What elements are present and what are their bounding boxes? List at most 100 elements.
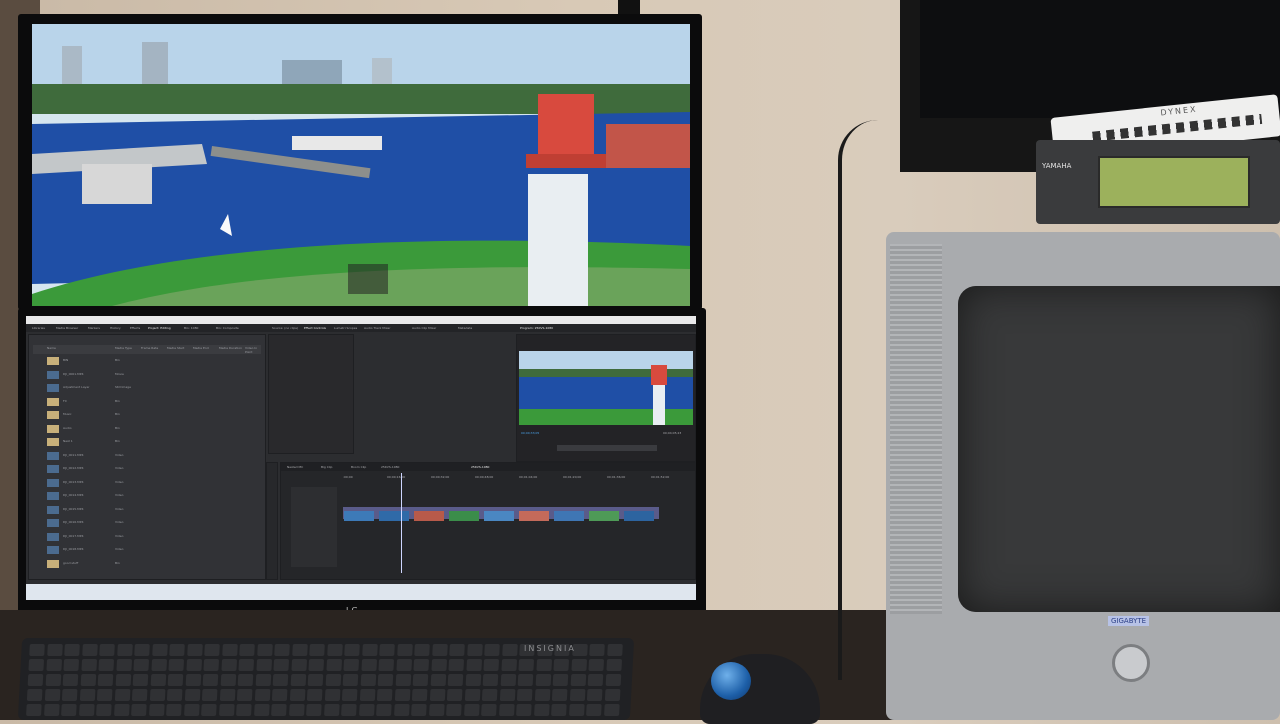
- keyboard-key: [61, 689, 78, 701]
- keyboard-key: [308, 659, 325, 671]
- tab-markers[interactable]: Markers: [88, 326, 100, 330]
- project-row[interactable]: DJI_0018.MP4 Video: [33, 546, 261, 555]
- project-row[interactable]: DJI_0013.MP4 Video: [33, 478, 261, 488]
- keyboard-key: [201, 704, 217, 716]
- tab-audio-track-mixer[interactable]: Audio Track Mixer: [364, 326, 390, 330]
- keyboard-key: [464, 689, 480, 701]
- project-row[interactable]: BIN Bin: [33, 357, 261, 366]
- project-row[interactable]: DJI_0017.MP4 Video: [33, 532, 261, 542]
- project-row-type: Video: [115, 479, 124, 484]
- tab-media-browser[interactable]: Media Browser: [56, 326, 78, 330]
- keyboard-key: [586, 704, 602, 716]
- keyboard-key: [412, 674, 429, 686]
- tab-big-clip[interactable]: Big Clip: [321, 465, 332, 469]
- project-row-type: Movie: [115, 371, 124, 376]
- upper-monitor-screen: [32, 24, 690, 306]
- program-monitor-panel: 00;00;33;05 00;04;05;23: [516, 334, 696, 462]
- tab-seq-b[interactable]: 25KVS-1080: [471, 465, 489, 469]
- project-row[interactable]: DJI_0015.MP4 Video: [33, 505, 261, 515]
- project-row[interactable]: Audio Bin: [33, 424, 261, 434]
- windows-taskbar[interactable]: [26, 584, 696, 600]
- project-row[interactable]: DJI_0001.MP4 Movie: [33, 370, 261, 380]
- tab-history[interactable]: History: [110, 326, 121, 330]
- tab-audio-clip-mixer[interactable]: Audio Clip Mixer: [412, 326, 436, 330]
- tab-seq-a[interactable]: 25KVS-1080: [381, 465, 399, 469]
- keyboard-key: [289, 689, 305, 701]
- keyboard-key: [396, 644, 413, 656]
- folder-icon: [47, 438, 59, 446]
- keyboard-key: [466, 644, 483, 656]
- project-row-type: Video: [115, 493, 124, 497]
- project-row[interactable]: good stuff Bin: [33, 559, 261, 569]
- tab-source[interactable]: Source: (no clips): [272, 326, 298, 330]
- keyboard-key: [132, 674, 149, 686]
- project-row-name: DJI_0018.MP4: [63, 547, 84, 551]
- ruler-tick-label: 00;00;48;00: [475, 475, 494, 479]
- keyboard-key: [589, 644, 605, 656]
- project-row[interactable]: DJI_0011.MP4 Video: [33, 451, 261, 461]
- keyboard-key: [411, 689, 428, 701]
- project-row[interactable]: FX Bin: [33, 397, 261, 407]
- keyboard-key: [323, 704, 340, 716]
- keyboard-key: [62, 674, 79, 686]
- video-track-clips[interactable]: [343, 507, 659, 521]
- keyboard-key: [27, 674, 44, 686]
- project-row-type: Still Image: [115, 385, 131, 389]
- keyboard-key: [500, 674, 516, 686]
- project-row[interactable]: Music Bin: [33, 411, 261, 420]
- keyboard-key: [376, 704, 392, 716]
- project-row-name: FX: [63, 398, 67, 403]
- tab-nested-mc[interactable]: Nested MC: [287, 465, 303, 469]
- keyboard-key: [498, 704, 515, 716]
- effect-controls-panel: [268, 334, 354, 454]
- tab-bin-1080[interactable]: Bin: 1080: [184, 326, 198, 330]
- keyboard-key: [203, 659, 220, 671]
- project-row[interactable]: Nest 1 Bin: [33, 438, 261, 447]
- tab-effects[interactable]: Effects: [130, 326, 140, 330]
- keyboard-key: [81, 644, 98, 656]
- project-row-name: Adjustment Layer: [63, 385, 90, 389]
- keyboard-key: [551, 689, 568, 701]
- tab-effect-controls[interactable]: Effect Controls: [304, 326, 326, 330]
- keyboard-key: [343, 659, 360, 671]
- track-headers[interactable]: [291, 487, 337, 567]
- keyboard-key: [151, 644, 168, 656]
- project-row-type: Video: [115, 466, 124, 470]
- keyboard-key: [134, 644, 150, 656]
- keyboard-key: [254, 689, 270, 701]
- project-row-type: Bin: [115, 398, 120, 403]
- clip-thumbnail-icon: [47, 384, 59, 392]
- tab-lumetri[interactable]: Lumetri Scopes: [334, 326, 357, 330]
- keyboard-key: [220, 674, 236, 686]
- tab-boom-clip[interactable]: Boom Clip: [351, 465, 366, 469]
- keyboard-key: [236, 689, 253, 701]
- ruler-tick-label: :00;00: [343, 475, 353, 479]
- project-row[interactable]: DJI_0012.MP4 Video: [33, 465, 261, 474]
- project-row[interactable]: Adjustment Layer Still Image: [33, 384, 261, 393]
- project-row[interactable]: DJI_0014.MP4 Video: [33, 492, 261, 501]
- playhead[interactable]: [401, 473, 402, 573]
- keyboard-key: [79, 689, 95, 701]
- keyboard-key: [186, 644, 203, 656]
- keyboard-key: [220, 659, 237, 671]
- tab-metadata[interactable]: Metadata: [458, 326, 472, 330]
- time-ruler[interactable]: :00;00 00;00;16;00 00;00;32;00 00;00;48;00 0…: [343, 473, 693, 483]
- keyboard-key: [218, 704, 235, 716]
- keyboard-key: [97, 674, 114, 686]
- tab-libraries[interactable]: Libraries: [32, 326, 45, 330]
- tab-bin-composite[interactable]: Bin: Composite: [216, 326, 239, 330]
- tab-project[interactable]: Project: Editing: [148, 326, 171, 330]
- tools-panel[interactable]: [266, 462, 278, 580]
- keyboard-key: [501, 644, 518, 656]
- keyboard-key: [306, 704, 322, 716]
- project-row[interactable]: DJI_0016.MP4 Video: [33, 519, 261, 528]
- keyboard-key: [288, 704, 305, 716]
- keyboard-key: [447, 674, 464, 686]
- keyboard-key: [588, 659, 605, 671]
- keyboard-key: [377, 674, 394, 686]
- keyboard-key: [256, 644, 273, 656]
- transport-controls[interactable]: [557, 445, 657, 451]
- dynex-brand: DYNEX: [1160, 104, 1198, 118]
- av-jacks: [1092, 113, 1263, 142]
- keyboard-key: [201, 689, 218, 701]
